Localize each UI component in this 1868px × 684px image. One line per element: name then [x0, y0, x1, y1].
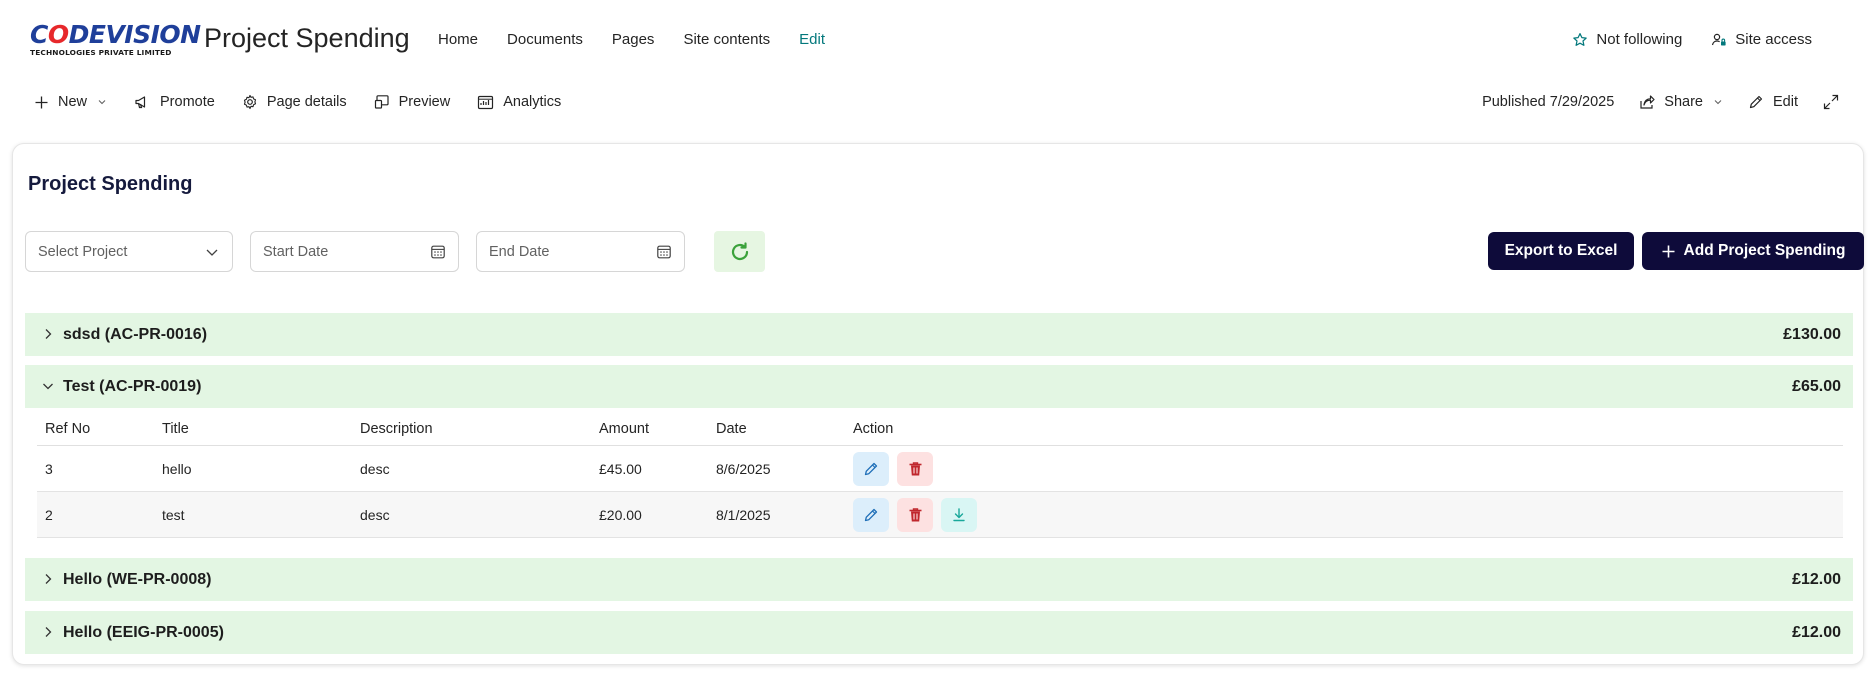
page-details-button[interactable]: Page details: [242, 94, 347, 110]
promote-button[interactable]: Promote: [134, 94, 215, 110]
cell-amount: £20.00: [599, 507, 642, 523]
pencil-icon: [1749, 95, 1763, 109]
megaphone-icon: [135, 96, 146, 109]
nav-edit[interactable]: Edit: [799, 29, 825, 51]
plus-icon: [1662, 245, 1675, 257]
header-amount: Amount: [599, 421, 649, 437]
gear-icon: [243, 94, 256, 110]
group-name: Hello (WE-PR-0008): [63, 571, 212, 588]
cell-description: desc: [360, 461, 390, 477]
group-name: Test (AC-PR-0019): [63, 378, 202, 395]
cell-description: desc: [360, 507, 390, 523]
project-group-row[interactable]: sdsd (AC-PR-0016) £130.00: [25, 313, 1853, 356]
preview-button[interactable]: Preview: [374, 94, 450, 110]
site-access-button[interactable]: Site access: [1711, 29, 1812, 51]
edit-page-button[interactable]: Edit: [1748, 94, 1798, 110]
cell-ref-no: 3: [45, 461, 53, 477]
site-header: CODEVISION TECHNOLOGIES PRIVATE LIMITED …: [0, 0, 1868, 80]
star-icon: [1573, 33, 1588, 46]
cell-date: 8/6/2025: [716, 461, 771, 477]
group-name: Hello (EEIG-PR-0005): [63, 624, 224, 641]
delete-row-button[interactable]: [897, 498, 933, 532]
start-date-input[interactable]: Start Date: [250, 231, 459, 272]
group-total: £65.00: [1792, 378, 1841, 395]
chevron-down-icon: [98, 100, 106, 105]
preview-icon: [374, 95, 389, 109]
edit-row-button[interactable]: [853, 452, 889, 486]
add-project-spending-button[interactable]: Add Project Spending: [1642, 232, 1864, 270]
row-actions: [853, 452, 941, 486]
edit-row-button[interactable]: [853, 498, 889, 532]
site-access-label: Site access: [1735, 31, 1812, 48]
filter-bar: Select Project Start Date End Date Expor…: [25, 231, 1864, 273]
cell-title: test: [162, 507, 185, 523]
nav-site-contents[interactable]: Site contents: [683, 29, 770, 51]
refresh-button[interactable]: [714, 231, 765, 272]
logo-subtitle: TECHNOLOGIES PRIVATE LIMITED: [30, 48, 172, 57]
group-total: £12.00: [1792, 624, 1841, 641]
nav-documents[interactable]: Documents: [507, 29, 583, 51]
calendar-icon[interactable]: [656, 244, 672, 260]
spending-table: Ref No Title Description Amount Date Act…: [37, 412, 1843, 538]
table-row: 2 test desc £20.00 8/1/2025: [37, 492, 1843, 538]
chevron-right-icon: [45, 627, 52, 637]
share-button[interactable]: Share: [1639, 94, 1723, 110]
people-lock-icon: [1712, 33, 1726, 46]
header-date: Date: [716, 421, 747, 437]
share-icon: [1640, 94, 1655, 109]
nav-pages[interactable]: Pages: [612, 29, 655, 51]
project-group-row-expanded[interactable]: Test (AC-PR-0019) £65.00: [25, 365, 1853, 408]
delete-row-button[interactable]: [897, 452, 933, 486]
calendar-icon[interactable]: [430, 244, 446, 260]
group-total: £130.00: [1783, 326, 1841, 343]
plus-icon: [35, 96, 48, 108]
download-attachment-button[interactable]: [941, 498, 977, 532]
table-row: 3 hello desc £45.00 8/6/2025: [37, 446, 1843, 492]
header-actions: Not following Site access: [1572, 29, 1868, 51]
expand-icon: [1823, 94, 1839, 110]
follow-label: Not following: [1596, 31, 1683, 48]
cell-title: hello: [162, 461, 192, 477]
row-actions: [853, 498, 985, 532]
published-status: Published 7/29/2025: [1482, 94, 1615, 110]
trash-icon: [909, 462, 921, 476]
fullscreen-button[interactable]: [1823, 94, 1848, 110]
command-bar: New Promote Page details Preview Analyti…: [0, 90, 1868, 120]
project-spending-card: Project Spending Select Project Start Da…: [12, 143, 1864, 665]
pencil-icon: [864, 508, 878, 522]
site-title[interactable]: Project Spending: [204, 21, 410, 55]
cell-ref-no: 2: [45, 507, 53, 523]
company-logo[interactable]: CODEVISION TECHNOLOGIES PRIVATE LIMITED: [30, 22, 201, 58]
project-group-row[interactable]: Hello (WE-PR-0008) £12.00: [25, 558, 1853, 601]
download-icon: [953, 508, 965, 522]
pencil-icon: [864, 462, 878, 476]
analytics-button[interactable]: Analytics: [477, 94, 561, 110]
group-total: £12.00: [1792, 571, 1841, 588]
header-action: Action: [853, 421, 894, 437]
export-to-excel-button[interactable]: Export to Excel: [1488, 232, 1634, 270]
chevron-right-icon: [45, 574, 52, 584]
analytics-icon: [478, 95, 494, 109]
end-date-input[interactable]: End Date: [476, 231, 685, 272]
header-title: Title: [162, 421, 189, 437]
chevron-right-icon: [45, 329, 52, 339]
cell-amount: £45.00: [599, 461, 642, 477]
table-header: Ref No Title Description Amount Date Act…: [37, 412, 1843, 446]
cell-date: 8/1/2025: [716, 507, 771, 523]
chevron-down-icon: [43, 383, 53, 390]
group-name: sdsd (AC-PR-0016): [63, 326, 208, 343]
chevron-down-icon: [1714, 100, 1722, 105]
header-ref-no: Ref No: [45, 421, 91, 437]
top-navigation: Home Documents Pages Site contents Edit: [438, 29, 854, 51]
project-group-row[interactable]: Hello (EEIG-PR-0005) £12.00: [25, 611, 1853, 654]
refresh-icon: [731, 241, 748, 260]
follow-button[interactable]: Not following: [1572, 29, 1682, 51]
nav-home[interactable]: Home: [438, 29, 478, 51]
chevron-down-icon: [206, 249, 218, 256]
card-title: Project Spending: [28, 173, 193, 195]
new-button[interactable]: New: [34, 94, 107, 110]
trash-icon: [909, 508, 921, 522]
header-description: Description: [360, 421, 433, 437]
select-project-dropdown[interactable]: Select Project: [25, 231, 233, 272]
